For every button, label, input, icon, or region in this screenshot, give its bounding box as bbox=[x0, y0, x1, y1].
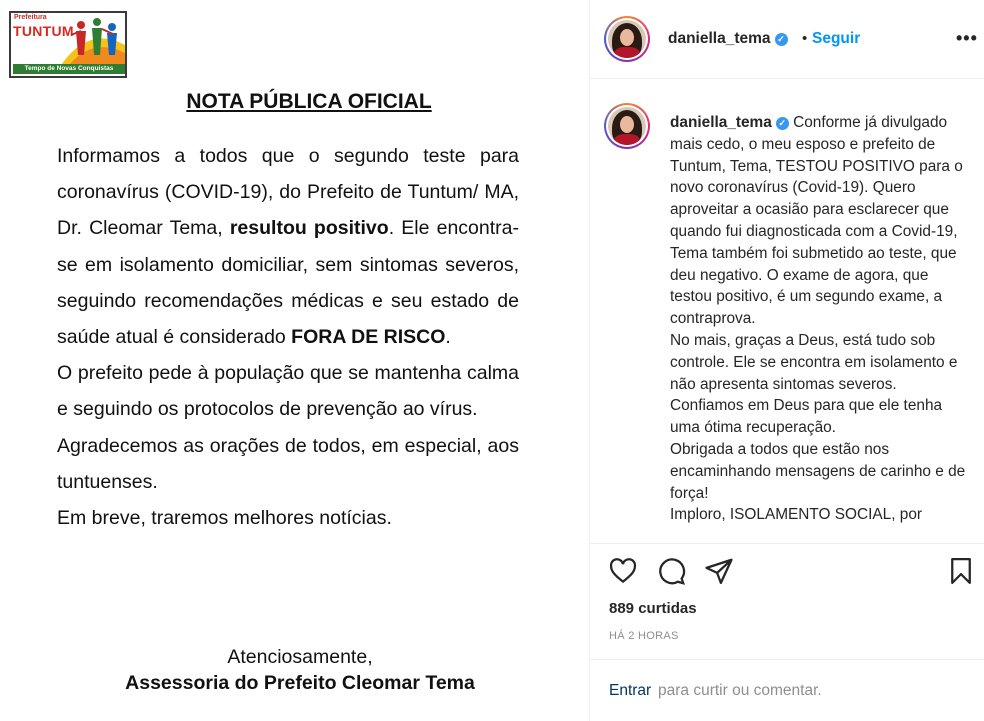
logo-tagline: Tempo de Novas Conquistas bbox=[13, 64, 125, 74]
caption-area[interactable]: daniella_tema ✓ Conforme já divulgado mai… bbox=[590, 80, 984, 543]
note-title: NOTA PÚBLICA OFICIAL bbox=[186, 90, 432, 113]
share-icon[interactable] bbox=[704, 556, 738, 590]
follow-button[interactable]: Seguir bbox=[812, 30, 860, 48]
comment-prompt: para curtir ou comentar. bbox=[658, 682, 822, 699]
prefeitura-logo: Prefeitura TUNTUM Tempo de Novas Conquis… bbox=[9, 11, 127, 78]
avatar[interactable] bbox=[604, 103, 650, 149]
comment-icon[interactable] bbox=[656, 556, 690, 590]
header-username[interactable]: daniella_tema ✓ bbox=[668, 30, 788, 48]
note-bold-text: resultou positivo bbox=[229, 217, 389, 240]
verified-badge-icon: ✓ bbox=[774, 33, 788, 46]
note-text: . bbox=[445, 326, 451, 349]
caption-username[interactable]: daniella_tema bbox=[670, 114, 772, 131]
avatar[interactable] bbox=[604, 16, 650, 62]
comment-bar: Entrar para curtir ou comentar. bbox=[590, 659, 984, 721]
note-closing: Atenciosamente, Assessoria do Prefeito C… bbox=[0, 644, 600, 696]
action-bar: 889 curtidas HÁ 2 HORAS bbox=[590, 543, 984, 659]
post-header: daniella_tema ✓ • Seguir ••• bbox=[590, 0, 984, 79]
username-text[interactable]: daniella_tema bbox=[668, 30, 771, 47]
bookmark-icon[interactable] bbox=[946, 556, 980, 590]
separator-dot: • bbox=[802, 30, 808, 47]
post-side-panel: daniella_tema ✓ • Seguir ••• daniella_tem… bbox=[590, 0, 984, 721]
note-signature: Assessoria do Prefeito Cleomar Tema bbox=[125, 672, 475, 694]
note-bold-text: FORA DE RISCO bbox=[291, 326, 446, 349]
heart-icon[interactable] bbox=[608, 556, 642, 590]
caption-text: daniella_tema ✓ Conforme já divulgado mai… bbox=[670, 112, 966, 526]
logo-figures-icon bbox=[61, 18, 125, 65]
post-timestamp: HÁ 2 HORAS bbox=[609, 630, 679, 642]
likes-count[interactable]: 889 curtidas bbox=[609, 600, 697, 617]
more-options-icon[interactable]: ••• bbox=[956, 28, 978, 49]
login-link[interactable]: Entrar bbox=[609, 682, 651, 700]
verified-badge-icon: ✓ bbox=[775, 117, 789, 130]
post-image: Prefeitura TUNTUM Tempo de Novas Conquis… bbox=[0, 0, 590, 721]
caption-body: Conforme já divulgado mais cedo, o meu e… bbox=[670, 114, 966, 524]
note-paragraph-4: Em breve, traremos melhores notícias. bbox=[57, 507, 392, 530]
note-paragraph-1: Informamos a todos que o segundo teste p… bbox=[57, 138, 519, 355]
note-paragraph-2: O prefeito pede à população que se mante… bbox=[57, 362, 519, 421]
note-body: Informamos a todos que o segundo teste p… bbox=[57, 138, 519, 536]
closing-salutation: Atenciosamente, bbox=[227, 646, 373, 668]
logo-top-text: Prefeitura bbox=[14, 14, 47, 21]
note-paragraph-3: Agradecemos as orações de todos, em espe… bbox=[57, 434, 519, 493]
